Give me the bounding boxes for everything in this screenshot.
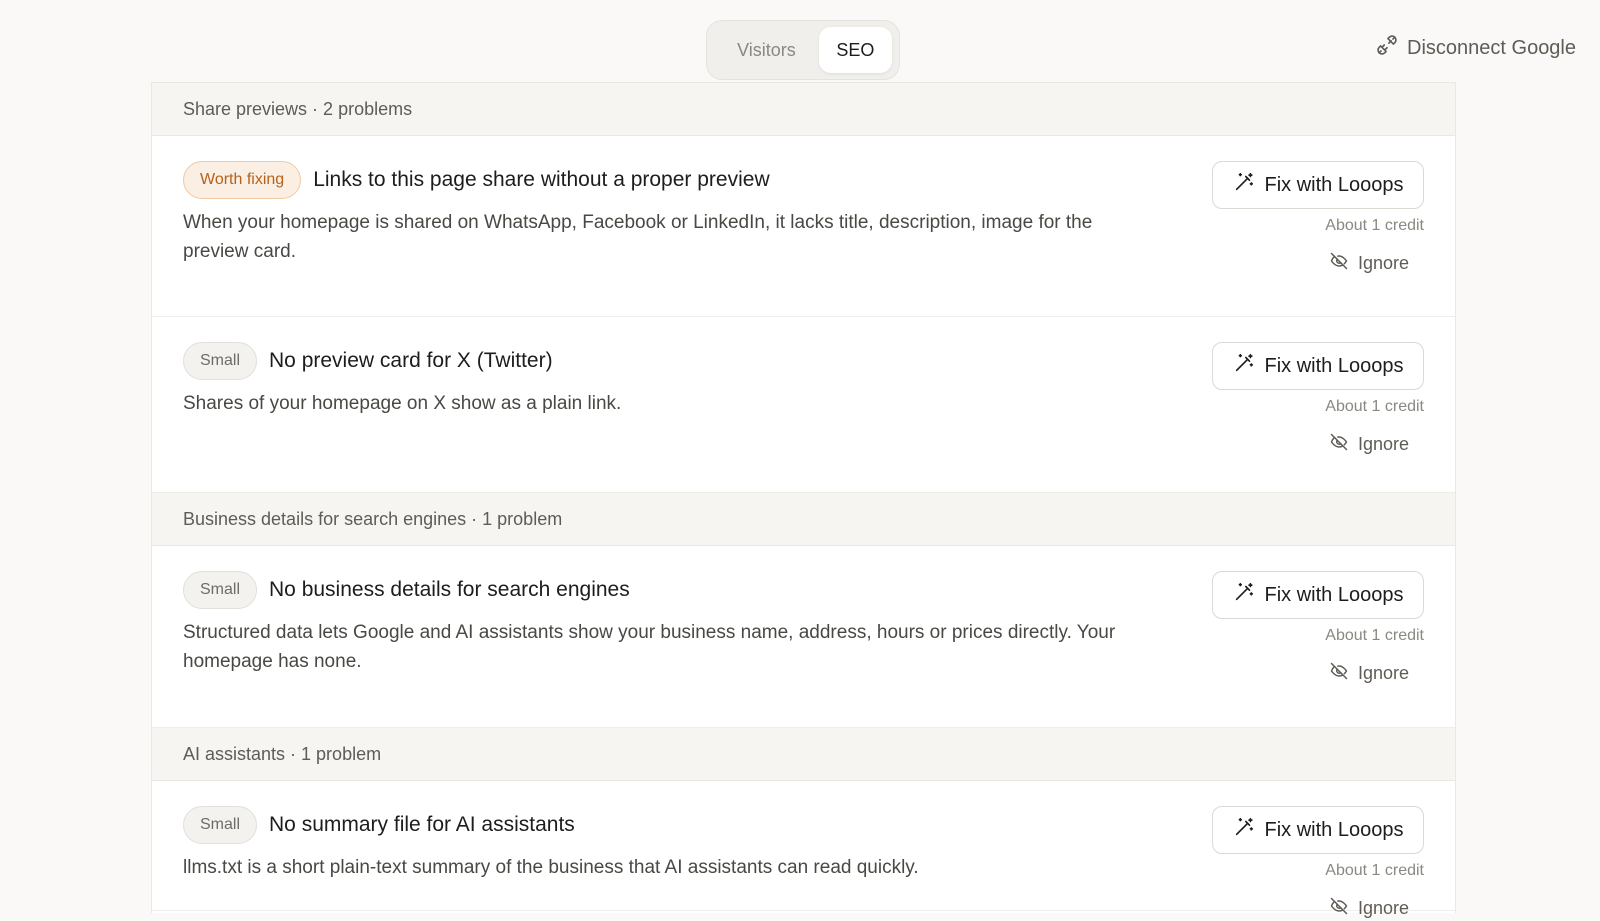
magic-wand-icon [1233,352,1255,380]
fix-with-looops-button[interactable]: Fix with Looops [1212,571,1424,619]
group-heading-ai-assistants: AI assistants · 1 problem [152,728,1455,781]
credit-cost: About 1 credit [1325,862,1424,879]
tab-seo[interactable]: SEO [818,27,892,73]
issue-description: Structured data lets Google and AI assis… [183,622,1116,672]
issue-row: Small No preview card for X (Twitter) Sh… [152,317,1455,493]
severity-badge: Worth fixing [183,161,302,199]
issue-description: When your homepage is shared on WhatsApp… [183,212,1093,262]
fix-label: Fix with Looops [1264,354,1404,377]
group-heading-share-previews: Share previews · 2 problems [152,83,1455,136]
credit-cost: About 1 credit [1325,627,1424,644]
eye-off-icon [1329,251,1349,276]
fix-with-looops-button[interactable]: Fix with Looops [1212,161,1424,209]
ignore-label: Ignore [1357,434,1409,454]
issue-title: No summary file for AI assistants [269,813,575,836]
ignore-button[interactable]: Ignore [1329,432,1409,457]
magic-wand-icon [1233,816,1255,844]
tab-visitors[interactable]: Visitors [714,27,819,73]
magic-wand-icon [1233,581,1255,609]
issue-title: Links to this page share without a prope… [313,168,770,191]
eye-off-icon [1329,432,1349,457]
disconnect-label: Disconnect Google [1407,36,1576,59]
top-bar: Visitors SEO Disconnect Google [0,0,1600,83]
fix-with-looops-button[interactable]: Fix with Looops [1212,342,1424,390]
ignore-button[interactable]: Ignore [1329,661,1409,686]
credit-cost: About 1 credit [1325,217,1424,234]
ignore-label: Ignore [1357,663,1409,683]
magic-wand-icon [1233,171,1255,199]
fix-label: Fix with Looops [1264,818,1404,841]
fix-label: Fix with Looops [1264,583,1404,606]
severity-badge: Small [183,342,258,380]
disconnect-google-button[interactable]: Disconnect Google [1376,34,1576,62]
issue-row: Small No business details for search eng… [152,546,1455,728]
plug-disconnect-icon [1376,34,1398,62]
fix-with-looops-button[interactable]: Fix with Looops [1212,806,1424,854]
issue-description: llms.txt is a short plain-text summary o… [183,857,919,878]
ignore-button[interactable]: Ignore [1329,251,1409,276]
issue-row: Small No summary file for AI assistants … [152,781,1455,918]
severity-badge: Small [183,571,258,609]
view-switcher: Visitors SEO [706,20,900,80]
eye-off-icon [1329,661,1349,686]
ignore-label: Ignore [1357,253,1409,273]
issue-row: Worth fixing Links to this page share wi… [152,136,1455,317]
issue-title: No business details for search engines [269,578,630,601]
severity-badge: Small [183,806,258,844]
issue-title: No preview card for X (Twitter) [269,349,553,372]
ignore-label: Ignore [1357,898,1409,918]
credit-cost: About 1 credit [1325,398,1424,415]
issue-description: Shares of your homepage on X show as a p… [183,393,622,414]
seo-issues-panel: Share previews · 2 problems Worth fixing… [151,82,1456,918]
group-heading-business-details: Business details for search engines · 1 … [152,493,1455,546]
fix-label: Fix with Looops [1264,173,1404,196]
